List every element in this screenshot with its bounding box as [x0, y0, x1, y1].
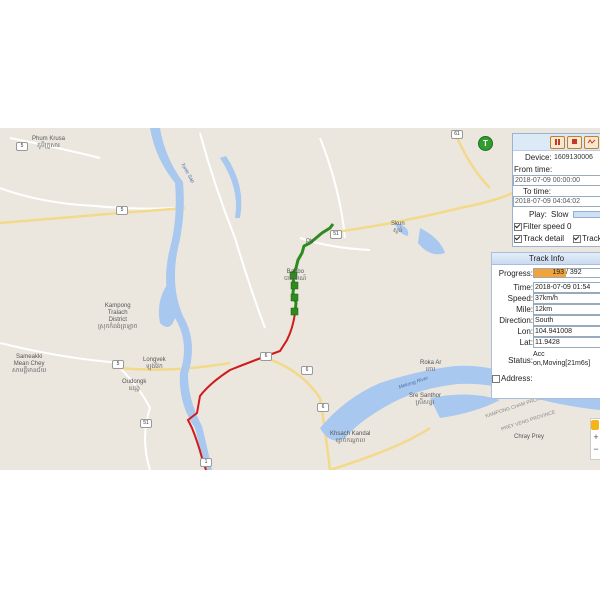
- track-detail-checkbox[interactable]: [514, 234, 522, 243]
- progress-bar[interactable]: 193 / 392: [533, 268, 600, 278]
- track-detail-option[interactable]: Track detail: [514, 234, 564, 243]
- time-value: 2018-07-09 01:54: [533, 282, 600, 293]
- street-view-icon[interactable]: [591, 420, 599, 430]
- speed-button[interactable]: [584, 136, 599, 149]
- pause-button[interactable]: [550, 136, 565, 149]
- road-shield: 5: [116, 206, 128, 215]
- speed-label: Speed:: [507, 294, 533, 303]
- speed-slider[interactable]: [573, 211, 600, 218]
- place-label: Longvek ឡុងវែក: [143, 357, 166, 370]
- zoom-in-icon[interactable]: +: [591, 431, 600, 443]
- page: Phum Krusa ភូមិក្រូសារ Kampong Tralach Di…: [0, 0, 600, 600]
- play-speed-label: Slow: [551, 210, 569, 219]
- status-label: Status:: [508, 356, 533, 365]
- lat-value: 11.9428: [533, 337, 600, 348]
- from-time-label: From time:: [514, 165, 553, 174]
- remaining-track: [186, 312, 296, 470]
- mile-value: 12km: [533, 304, 600, 315]
- stop-button[interactable]: [567, 136, 582, 149]
- road-shield: 61: [451, 130, 463, 139]
- track-info-panel: Track Info Progress: 193 / 392 Time: 201…: [491, 252, 600, 399]
- road-shield: 5: [16, 142, 28, 151]
- track-option[interactable]: Track: [573, 234, 600, 243]
- direction-label: Direction:: [499, 316, 533, 325]
- place-label: Sre Santhor ស្រីសន្ធរ: [409, 393, 442, 406]
- lat-label: Lat:: [519, 338, 533, 347]
- road-shield: 51: [140, 419, 152, 428]
- zoom-out-icon[interactable]: −: [591, 443, 600, 455]
- place-label: Ph: [306, 239, 314, 245]
- address-checkbox[interactable]: [492, 374, 500, 383]
- place-label: Khsach Kandal ខ្សាច់កណ្តាល: [330, 431, 371, 444]
- track-point: [290, 281, 299, 290]
- play-label: Play:: [529, 210, 547, 219]
- place-label: Sameakki Mean Chey សាមគ្គីមានជ័យ: [12, 354, 47, 374]
- playback-toolbar: [513, 134, 600, 151]
- place-label: Kampong Tralach District ស្រុកកំពង់ត្រឡាច: [98, 303, 138, 330]
- road-shield: 1: [200, 458, 212, 467]
- place-label: Roka Ar រការ: [420, 360, 442, 373]
- lon-label: Lon:: [517, 327, 533, 336]
- playback-control-panel: Device: 1609130006 From time: 2018-07-09…: [512, 133, 600, 247]
- green-marker-icon[interactable]: T: [478, 136, 493, 151]
- place-label: Phum Krusa ភូមិក្រូសារ: [32, 136, 66, 149]
- road-shield: 6: [301, 366, 313, 375]
- device-field[interactable]: 1609130006: [553, 153, 600, 162]
- place-label: Skun ស្គន់: [391, 221, 405, 234]
- track-info-title: Track Info: [492, 253, 600, 265]
- filter-speed-checkbox[interactable]: [514, 222, 522, 231]
- mile-label: Mile:: [516, 305, 533, 314]
- road-shield: 51: [330, 230, 342, 239]
- speed-icon: [587, 139, 596, 144]
- stop-icon: [572, 139, 577, 144]
- from-time-input[interactable]: 2018-07-09 00:00:00: [513, 175, 600, 186]
- progress-text: 193 / 392: [552, 269, 582, 276]
- filter-speed-option[interactable]: Filter speed 0: [514, 222, 571, 231]
- time-label: Time:: [513, 283, 533, 292]
- road-shield: 5: [112, 360, 124, 369]
- road-shield: 6: [260, 352, 272, 361]
- track-point: [290, 293, 299, 302]
- lon-value: 104.941008: [533, 326, 600, 337]
- pause-icon: [555, 139, 560, 145]
- road-shield: 6: [317, 403, 329, 412]
- track-checkbox[interactable]: [573, 234, 581, 243]
- place-label: Chray Prey: [514, 434, 545, 440]
- status-value: Acc on,Moving[21m6s]: [533, 351, 591, 367]
- to-time-input[interactable]: 2018-07-09 04:04:02: [513, 196, 600, 207]
- speed-value: 37km/h: [533, 293, 600, 304]
- place-label: Oudongk ឧដុង្គ: [122, 379, 147, 392]
- track-point: [290, 307, 299, 316]
- address-option[interactable]: Address:: [492, 374, 533, 383]
- device-label: Device:: [525, 153, 552, 162]
- progress-label: Progress:: [498, 269, 533, 278]
- place-label: Baribo បារាយណ៍: [284, 269, 307, 282]
- direction-value: South: [533, 315, 600, 326]
- to-time-label: To time:: [523, 187, 552, 196]
